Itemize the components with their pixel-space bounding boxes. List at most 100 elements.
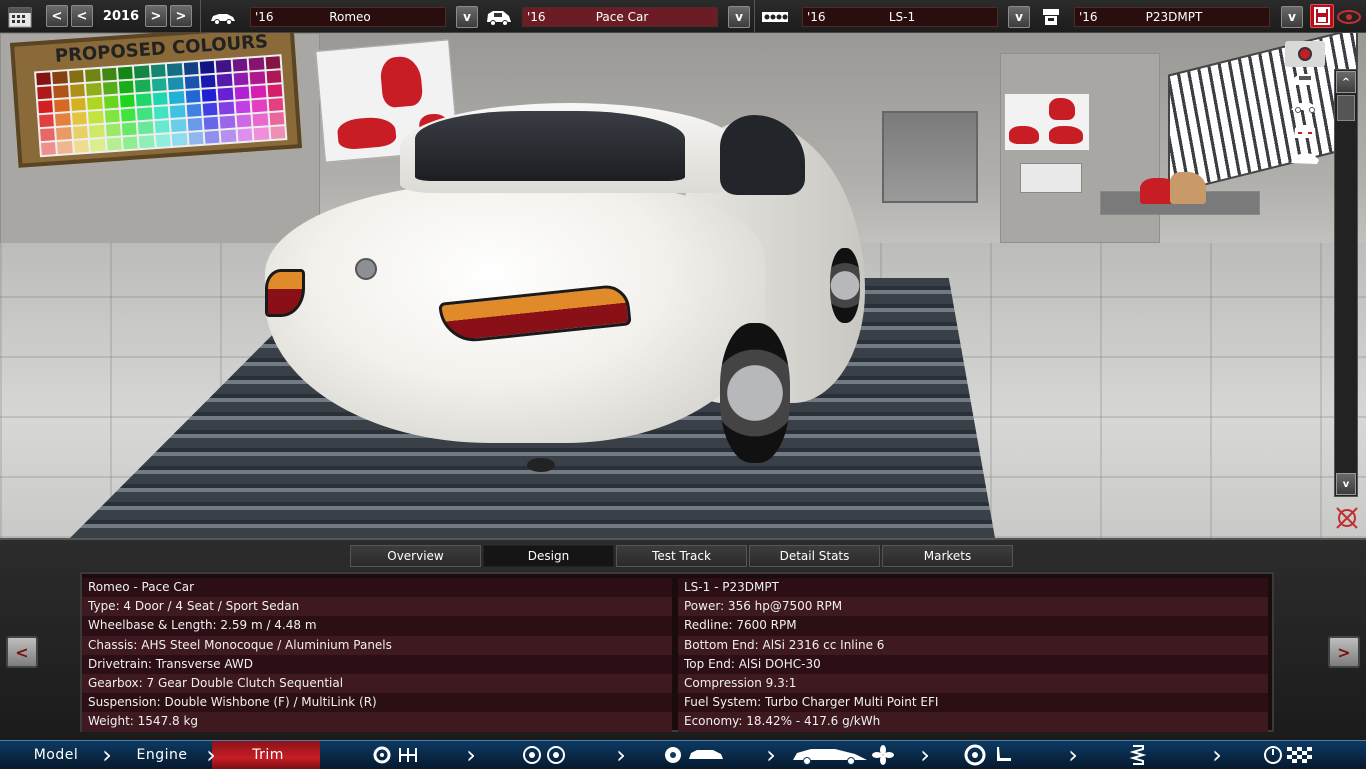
aero-icon[interactable] (790, 744, 896, 766)
panel-next-button[interactable]: > (1328, 636, 1360, 668)
tab-design[interactable]: Design (483, 545, 614, 567)
colour-swatch (236, 114, 252, 128)
colour-swatch (267, 84, 283, 98)
colour-swatch (152, 92, 168, 106)
colour-swatch (202, 102, 218, 116)
colour-swatch (38, 100, 54, 114)
colour-swatch (217, 73, 233, 87)
colour-swatch (251, 99, 267, 113)
model-name: Romeo (329, 10, 371, 24)
nav-model[interactable]: Model (14, 741, 98, 769)
colour-swatch (54, 99, 70, 113)
proposed-colours-board: PROPOSED COLOURS (9, 33, 303, 168)
colour-swatch (151, 78, 167, 92)
colour-swatch (121, 122, 138, 136)
bottom-navigation: Model › Engine › Trim › › › › › › (0, 740, 1366, 769)
engine-bottom-end: Bottom End: AlSi 2316 cc Inline 6 (678, 635, 1268, 655)
colour-swatch (36, 72, 52, 86)
colour-swatch (184, 75, 200, 89)
trim-dropdown-button[interactable]: v (728, 6, 750, 28)
trim-select[interactable]: '16 Pace Car (522, 7, 718, 27)
car-title: Romeo - Pace Car (82, 578, 672, 598)
chevron-right-icon: › (102, 741, 112, 769)
garage-door (882, 111, 978, 203)
year-forward-button[interactable]: > (145, 5, 167, 27)
year-forward-fast-button[interactable]: > (170, 5, 192, 27)
colour-swatch (101, 67, 117, 81)
scroll-up-button[interactable]: ^ (1336, 71, 1356, 93)
finish-flag-icon[interactable] (1262, 744, 1320, 766)
colour-swatch (85, 68, 101, 82)
tab-overview[interactable]: Overview (350, 545, 481, 567)
tab-markets[interactable]: Markets (882, 545, 1013, 567)
suspension-icon[interactable] (1124, 744, 1152, 766)
colour-swatch (135, 79, 151, 93)
colour-swatch (218, 87, 234, 101)
colour-swatch (52, 71, 68, 85)
gearbox-icon[interactable] (368, 744, 424, 766)
view-front-icon[interactable] (1288, 69, 1322, 91)
colour-swatch (248, 57, 265, 71)
no-view-icon[interactable] (1330, 507, 1364, 529)
year-back-fast-button[interactable]: < (46, 5, 68, 27)
car-3d-viewport[interactable]: PROPOSED COLOURS ^ v (0, 33, 1366, 538)
zoom-scrollbar[interactable] (1334, 69, 1358, 497)
colour-swatch (70, 97, 87, 111)
colour-swatch (119, 94, 136, 108)
engine-economy: Economy: 18.42% - 417.6 g/kWh (678, 712, 1268, 732)
colour-swatch (234, 86, 250, 100)
colour-swatch (122, 136, 139, 150)
save-icon[interactable] (1310, 4, 1334, 28)
engine-variant-select[interactable]: '16 P23DMPT (1074, 7, 1270, 27)
camera-icon[interactable] (1285, 41, 1325, 67)
colour-swatch (86, 82, 102, 96)
engine-variant-dropdown-button[interactable]: v (1281, 6, 1303, 28)
wheels-icon[interactable] (518, 744, 570, 766)
year-back-button[interactable]: < (71, 5, 93, 27)
tab-test-track[interactable]: Test Track (616, 545, 747, 567)
chevron-right-icon: › (766, 741, 776, 769)
colour-swatch (88, 110, 104, 124)
view-rear-icon[interactable] (1288, 121, 1322, 143)
car-model-icon (208, 6, 238, 28)
view-side-icon[interactable] (1288, 95, 1322, 117)
colour-swatch (55, 113, 71, 127)
engine-variant-year: '16 (1079, 10, 1098, 24)
colour-swatch (168, 77, 184, 91)
engine-variant-name: P23DMPT (1145, 10, 1203, 24)
car-badge (355, 258, 377, 280)
model-dropdown-button[interactable]: v (456, 6, 478, 28)
tab-detail-stats[interactable]: Detail Stats (749, 545, 880, 567)
engine-fuel-system: Fuel System: Turbo Charger Multi Point E… (678, 693, 1268, 713)
engine-family-dropdown-button[interactable]: v (1008, 6, 1030, 28)
car-chassis: Chassis: AHS Steel Monocoque / Aluminium… (82, 635, 672, 655)
eye-icon[interactable] (1336, 6, 1362, 28)
view-angle-icon[interactable] (1288, 147, 1322, 169)
engine-family-select[interactable]: '16 LS-1 (802, 7, 998, 27)
colour-swatch (188, 131, 204, 145)
interior-icon[interactable] (962, 744, 1020, 766)
engine-top-end: Top End: AlSi DOHC-30 (678, 654, 1268, 674)
engine-power: Power: 356 hp@7500 RPM (678, 597, 1268, 617)
scroll-down-button[interactable]: v (1336, 473, 1356, 495)
calendar-icon[interactable] (6, 6, 34, 28)
colour-swatch (183, 62, 199, 75)
car-trim-icon (484, 6, 514, 28)
nav-trim[interactable]: Trim (218, 741, 318, 769)
colour-swatch (235, 100, 251, 114)
brakes-icon[interactable] (662, 744, 726, 766)
colour-swatch (90, 138, 106, 152)
model-select[interactable]: '16 Romeo (250, 7, 446, 27)
colour-swatch (199, 60, 215, 74)
colour-swatch (71, 111, 87, 125)
engine-family-year: '16 (807, 10, 826, 24)
car-summary-box: Romeo - Pace Car Type: 4 Door / 4 Seat /… (80, 572, 1274, 732)
scroll-thumb[interactable] (1337, 95, 1355, 121)
engine-variant-icon (1036, 6, 1066, 28)
colour-swatch (41, 142, 57, 156)
car-info-column: Romeo - Pace Car Type: 4 Door / 4 Seat /… (82, 578, 672, 732)
colour-swatch (53, 85, 69, 99)
panel-prev-button[interactable]: < (6, 636, 38, 668)
nav-engine[interactable]: Engine (112, 741, 212, 769)
colour-swatch (89, 124, 105, 138)
